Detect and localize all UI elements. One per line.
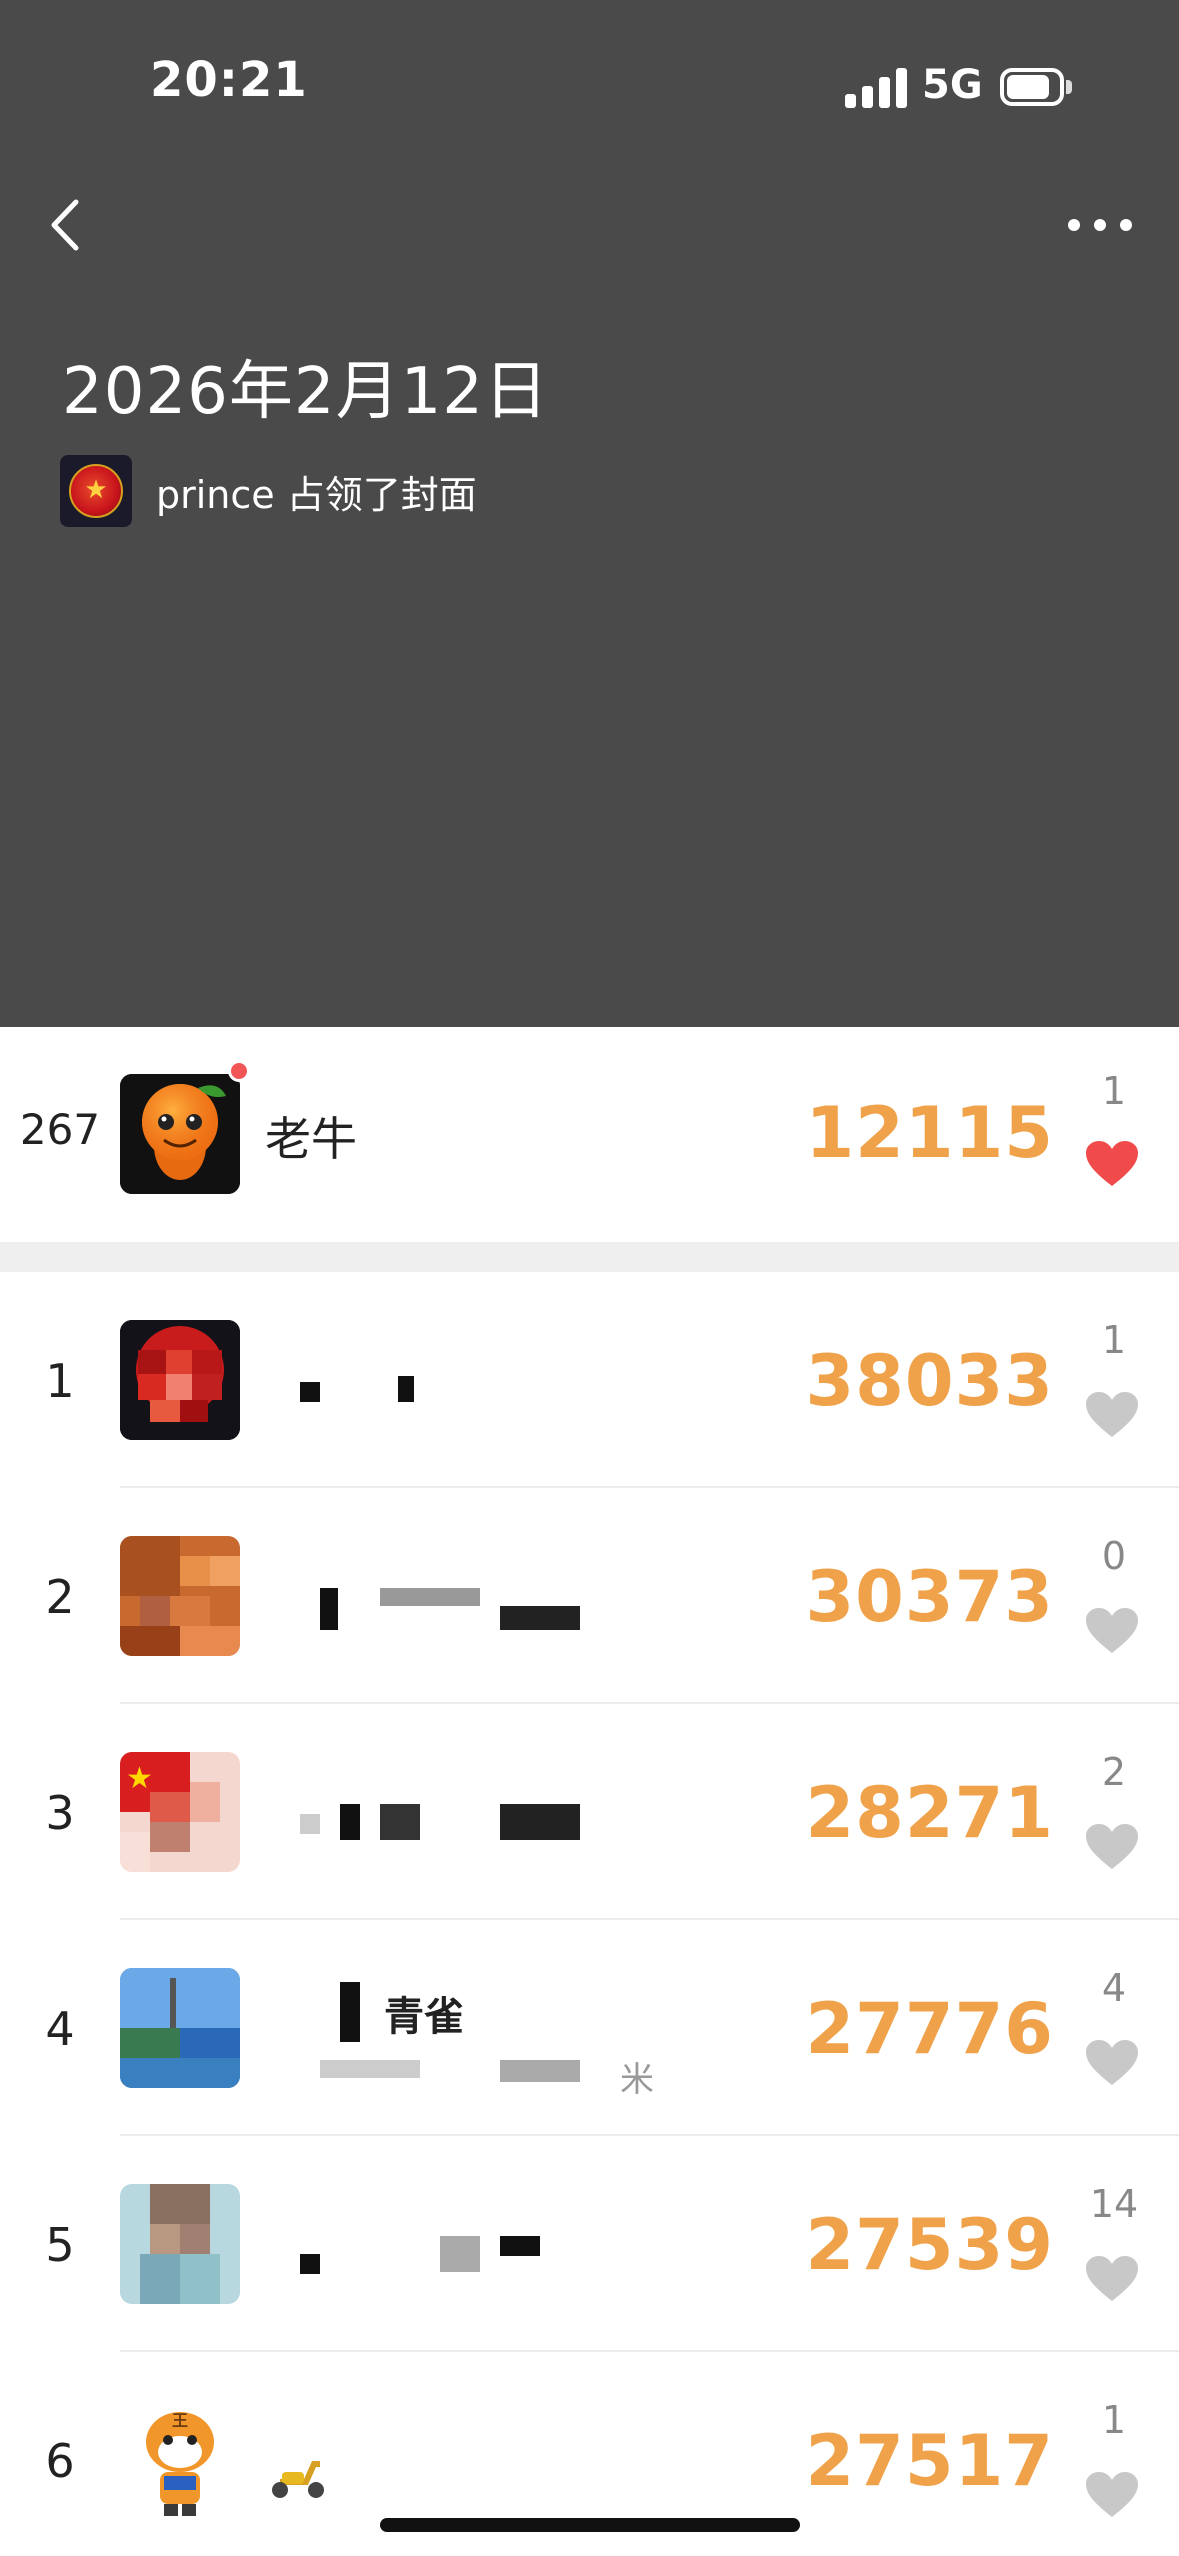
heart-filled-icon xyxy=(1086,1141,1138,1186)
steps-count: 30373 xyxy=(805,1556,1054,1638)
like-count: 0 xyxy=(1101,1534,1127,1578)
avatar[interactable] xyxy=(120,1074,240,1194)
heart-icon xyxy=(1086,2472,1138,2517)
like-count: 4 xyxy=(1101,1966,1127,2010)
avatar[interactable]: 王 xyxy=(120,2400,240,2520)
back-button[interactable] xyxy=(40,190,100,260)
cover-owner-text: prince 占领了封面 xyxy=(156,472,477,517)
network-type: 5G xyxy=(922,62,983,108)
rank-row[interactable]: 3 ★ 28271 2 xyxy=(0,1704,1179,1920)
rank-number: 6 xyxy=(45,2434,75,2488)
section-divider xyxy=(0,1242,1179,1272)
like-button[interactable] xyxy=(1084,1606,1140,1656)
user-name: 青雀 xyxy=(384,1994,464,2040)
user-subtitle: 米 xyxy=(620,2060,654,2100)
rank-number: 5 xyxy=(45,2218,75,2272)
cover-owner[interactable]: ★ prince 占领了封面 xyxy=(60,455,477,527)
steps-count: 27776 xyxy=(805,1988,1054,2070)
like-button[interactable] xyxy=(1084,2038,1140,2088)
heart-icon xyxy=(1086,1392,1138,1437)
chevron-left-icon xyxy=(51,199,79,251)
rank-number: 1 xyxy=(45,1354,75,1408)
ellipsis-icon xyxy=(1068,219,1080,231)
heart-icon xyxy=(1086,1824,1138,1869)
rank-row[interactable]: 2 30373 0 xyxy=(0,1488,1179,1704)
home-indicator[interactable] xyxy=(380,2518,800,2532)
steps-count: 28271 xyxy=(805,1772,1054,1854)
redacted-name xyxy=(300,1814,320,1834)
avatar[interactable] xyxy=(120,2184,240,2304)
page-title: 2026年2月12日 xyxy=(62,355,550,429)
tiger-mascot-icon: 王 xyxy=(120,2400,240,2520)
rank-number: 3 xyxy=(45,1786,75,1840)
like-button[interactable] xyxy=(1084,1139,1140,1189)
status-time: 20:21 xyxy=(150,52,308,108)
scooter-icon xyxy=(272,2461,324,2498)
like-count: 1 xyxy=(1101,2398,1127,2442)
cellular-signal-icon xyxy=(845,68,907,108)
redacted-name xyxy=(340,1982,360,2042)
rank-number: 2 xyxy=(45,1570,75,1624)
like-count: 1 xyxy=(1101,1318,1127,1362)
like-button[interactable] xyxy=(1084,2470,1140,2520)
battery-icon xyxy=(1000,68,1072,106)
heart-icon xyxy=(1086,2256,1138,2301)
svg-text:王: 王 xyxy=(172,2411,188,2430)
steps-count: 27539 xyxy=(805,2204,1054,2286)
notification-dot xyxy=(228,1060,250,1082)
like-button[interactable] xyxy=(1084,1390,1140,1440)
orange-character-icon xyxy=(120,1074,240,1194)
steps-count: 27517 xyxy=(805,2420,1054,2502)
self-rank-row[interactable]: 267 老牛 12115 1 xyxy=(0,1027,1179,1242)
avatar[interactable]: ★ xyxy=(120,1752,240,1872)
self-rank: 267 xyxy=(19,1105,101,1154)
avatar[interactable] xyxy=(120,1536,240,1656)
self-steps: 12115 xyxy=(805,1092,1054,1174)
avatar[interactable] xyxy=(120,1968,240,2088)
self-name: 老牛 xyxy=(265,1112,357,1166)
like-button[interactable] xyxy=(1084,2254,1140,2304)
cover-owner-avatar: ★ xyxy=(60,455,132,527)
redacted-name xyxy=(300,1382,320,1402)
rank-number: 4 xyxy=(45,2002,75,2056)
rank-row[interactable]: 4 青雀 米 27776 4 xyxy=(0,1920,1179,2136)
heart-icon xyxy=(1086,2040,1138,2085)
steps-count: 38033 xyxy=(805,1340,1054,1422)
more-button[interactable] xyxy=(1060,200,1140,250)
heart-icon xyxy=(1086,1608,1138,1653)
header: 20:21 5G 2026年2月12日 ★ prince 占领了封面 xyxy=(0,0,1179,1027)
self-like-count: 1 xyxy=(1101,1069,1127,1113)
redacted-name xyxy=(320,1588,338,1630)
rank-row[interactable]: 5 27539 14 xyxy=(0,2136,1179,2352)
avatar[interactable] xyxy=(120,1320,240,1440)
like-button[interactable] xyxy=(1084,1822,1140,1872)
svg-text:★: ★ xyxy=(126,1761,153,1796)
like-count: 2 xyxy=(1101,1750,1127,1794)
rank-row[interactable]: 1 38033 1 xyxy=(0,1272,1179,1488)
redacted-name xyxy=(300,2254,320,2274)
like-count: 14 xyxy=(1089,2182,1139,2226)
